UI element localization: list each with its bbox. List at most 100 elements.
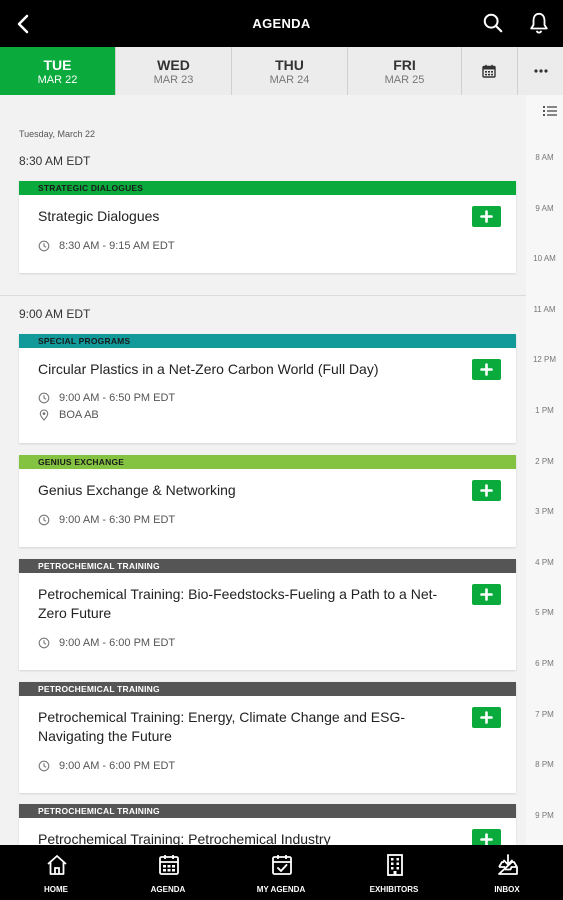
calendar-icon	[482, 64, 496, 78]
timeline-hour[interactable]: 10 AM	[526, 254, 563, 263]
timeline-hour[interactable]: 8 PM	[526, 760, 563, 769]
divider	[0, 295, 526, 296]
session-time: 8:30 AM - 9:15 AM EDT	[38, 240, 175, 255]
calendar-icon	[159, 855, 179, 875]
nav-label: MY AGENDA	[256, 885, 306, 894]
session-time-text: 9:00 AM - 6:00 PM EDT	[59, 760, 176, 772]
plus-icon	[480, 363, 493, 376]
session-time: 9:00 AM - 6:30 PM EDT	[38, 514, 175, 529]
session-category: PETROCHEMICAL TRAINING	[19, 559, 516, 573]
timeline-hour[interactable]: 8 AM	[526, 153, 563, 162]
session-title: Petrochemical Training: Energy, Climate …	[38, 709, 406, 744]
inbox-icon	[498, 854, 518, 875]
session-title: Petrochemical Training: Petrochemical In…	[38, 831, 331, 845]
session-title: Genius Exchange & Networking	[38, 482, 236, 498]
session-location: BOA AB	[38, 409, 99, 424]
nav-label: AGENDA	[150, 885, 186, 894]
nav-exhibitors[interactable]: EXHIBITORS	[338, 845, 450, 900]
nav-my-agenda[interactable]: MY AGENDA	[225, 845, 337, 900]
tab-day-thu[interactable]: THU MAR 24	[232, 47, 348, 95]
nav-inbox[interactable]: INBOX	[451, 845, 563, 900]
time-group-heading: 9:00 AM EDT	[19, 307, 91, 321]
timeline-hour[interactable]: 7 PM	[526, 710, 563, 719]
add-to-agenda-button[interactable]	[472, 829, 501, 845]
session-card[interactable]: STRATEGIC DIALOGUES Strategic Dialogues …	[19, 181, 516, 273]
session-category: STRATEGIC DIALOGUES	[19, 181, 516, 195]
building-icon	[387, 854, 403, 876]
session-time-text: 9:00 AM - 6:30 PM EDT	[59, 514, 176, 526]
tab-day-label: TUE	[43, 57, 72, 73]
tab-day-label: THU	[275, 57, 304, 73]
timeline-hour[interactable]: 11 AM	[526, 305, 563, 314]
nav-label: HOME	[44, 885, 68, 894]
session-title: Petrochemical Training: Bio-Feedstocks-F…	[38, 586, 438, 621]
timeline-hour[interactable]: 2 PM	[526, 457, 563, 466]
timeline-hour[interactable]: 12 PM	[526, 355, 563, 364]
page-title: AGENDA	[252, 16, 311, 31]
add-to-agenda-button[interactable]	[472, 584, 501, 605]
tab-day-wed[interactable]: WED MAR 23	[116, 47, 232, 95]
tab-day-date: MAR 23	[153, 74, 194, 86]
session-time: 9:00 AM - 6:00 PM EDT	[38, 760, 175, 775]
tab-day-fri[interactable]: FRI MAR 25	[348, 47, 462, 95]
session-card[interactable]: PETROCHEMICAL TRAINING Petrochemical Tra…	[19, 804, 516, 845]
session-card[interactable]: SPECIAL PROGRAMS Circular Plastics in a …	[19, 334, 516, 443]
timeline-hour[interactable]: 5 PM	[526, 608, 563, 617]
session-card[interactable]: GENIUS EXCHANGE Genius Exchange & Networ…	[19, 455, 516, 547]
bell-icon[interactable]	[528, 11, 550, 35]
more-dots-icon	[534, 69, 548, 73]
session-card[interactable]: PETROCHEMICAL TRAINING Petrochemical Tra…	[19, 682, 516, 793]
plus-icon	[480, 711, 493, 724]
session-title: Circular Plastics in a Net-Zero Carbon W…	[38, 361, 379, 377]
tab-day-date: MAR 22	[37, 74, 78, 86]
session-title: Strategic Dialogues	[38, 208, 160, 224]
timeline-hour[interactable]: 9 AM	[526, 204, 563, 213]
tab-day-date: MAR 25	[384, 74, 425, 86]
plus-icon	[480, 210, 493, 223]
calendar-picker-button[interactable]	[462, 47, 518, 95]
clock-icon	[38, 637, 50, 649]
tab-day-label: FRI	[393, 57, 416, 73]
add-to-agenda-button[interactable]	[472, 359, 501, 380]
day-heading: Tuesday, March 22	[19, 129, 96, 139]
session-time-text: 9:00 AM - 6:50 PM EDT	[59, 392, 176, 404]
clock-icon	[38, 392, 50, 404]
session-time-text: 8:30 AM - 9:15 AM EDT	[59, 240, 175, 252]
timeline-hour[interactable]: 9 PM	[526, 811, 563, 820]
nav-label: INBOX	[494, 885, 520, 894]
nav-agenda[interactable]: AGENDA	[112, 845, 224, 900]
tab-day-date: MAR 24	[269, 74, 310, 86]
day-tabs: TUE MAR 22 WED MAR 23 THU MAR 24 FRI MAR…	[0, 47, 563, 95]
session-time: 9:00 AM - 6:00 PM EDT	[38, 637, 175, 652]
calendar-check-icon	[272, 855, 292, 875]
timeline-hour[interactable]: 6 PM	[526, 659, 563, 668]
session-category: SPECIAL PROGRAMS	[19, 334, 516, 348]
plus-icon	[480, 833, 493, 845]
session-category: GENIUS EXCHANGE	[19, 455, 516, 469]
clock-icon	[38, 514, 50, 526]
tab-day-tue[interactable]: TUE MAR 22	[0, 47, 116, 95]
clock-icon	[38, 240, 50, 252]
add-to-agenda-button[interactable]	[472, 480, 501, 501]
plus-icon	[480, 588, 493, 601]
nav-home[interactable]: HOME	[0, 845, 112, 900]
plus-icon	[480, 484, 493, 497]
search-icon[interactable]	[482, 12, 504, 34]
list-view-icon[interactable]	[543, 105, 557, 117]
timeline-hour[interactable]: 3 PM	[526, 507, 563, 516]
more-options-button[interactable]	[518, 47, 563, 95]
add-to-agenda-button[interactable]	[472, 206, 501, 227]
tab-day-label: WED	[157, 57, 190, 73]
session-location-text: BOA AB	[59, 409, 99, 421]
session-card[interactable]: PETROCHEMICAL TRAINING Petrochemical Tra…	[19, 559, 516, 670]
session-category: PETROCHEMICAL TRAINING	[19, 682, 516, 696]
time-group-heading: 8:30 AM EDT	[19, 154, 91, 168]
timeline-hour[interactable]: 4 PM	[526, 558, 563, 567]
hour-timeline[interactable]: 8 AM 9 AM 10 AM 11 AM 12 PM 1 PM 2 PM 3 …	[526, 95, 563, 845]
timeline-hour[interactable]: 1 PM	[526, 406, 563, 415]
add-to-agenda-button[interactable]	[472, 707, 501, 728]
agenda-list[interactable]: Tuesday, March 22 8:30 AM EDT STRATEGIC …	[0, 95, 526, 845]
top-bar: AGENDA	[0, 0, 563, 47]
nav-label: EXHIBITORS	[369, 885, 419, 894]
session-time-text: 9:00 AM - 6:00 PM EDT	[59, 637, 176, 649]
